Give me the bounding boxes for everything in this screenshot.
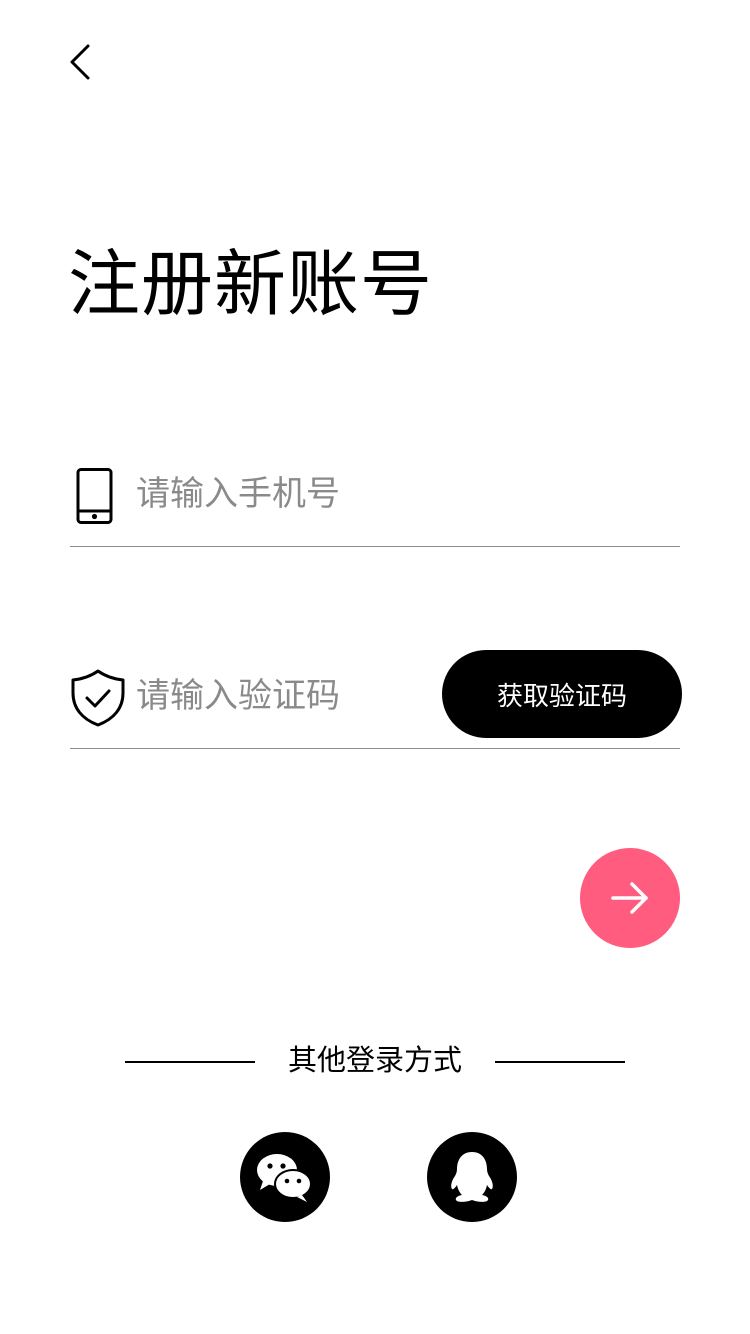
phone-field <box>70 460 680 547</box>
submit-button[interactable] <box>580 848 680 948</box>
phone-icon <box>76 468 113 524</box>
other-login-section: 其他登录方式 <box>125 1036 625 1086</box>
get-code-button[interactable]: 获取验证码 <box>442 650 682 738</box>
code-input[interactable] <box>136 666 436 726</box>
chevron-left-icon <box>70 44 90 80</box>
page-title: 注册新账号 <box>68 242 434 326</box>
code-field: 获取验证码 <box>70 650 682 749</box>
other-login-label: 其他登录方式 <box>287 1043 462 1077</box>
qq-icon <box>451 1152 493 1202</box>
shield-check-icon <box>71 669 125 727</box>
wechat-icon <box>257 1154 312 1202</box>
divider-right <box>495 1061 625 1063</box>
back-button[interactable] <box>58 38 106 86</box>
phone-input[interactable] <box>136 464 676 524</box>
wechat-login-button[interactable] <box>240 1132 330 1222</box>
qq-login-button[interactable] <box>427 1132 517 1222</box>
arrow-right-icon <box>611 882 648 914</box>
